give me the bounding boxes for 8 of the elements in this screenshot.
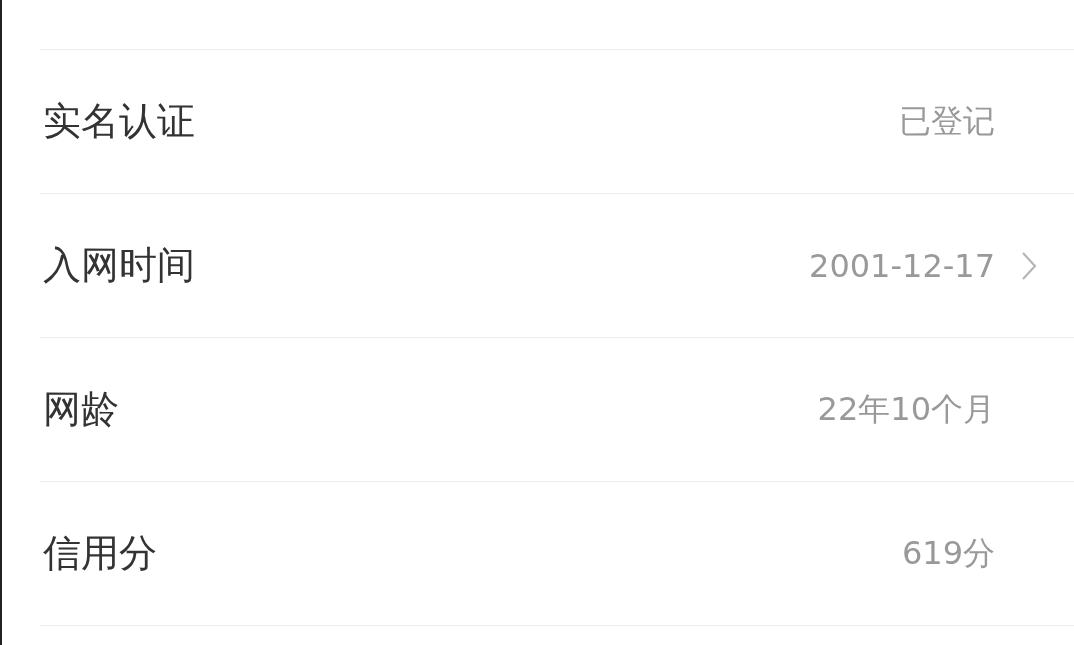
row-label: 信用分 [43,530,158,577]
row-label: 实名认证 [43,98,196,145]
row-label: 入网时间 [43,242,196,289]
row-label: 网龄 [43,386,120,433]
row-value: 22年10个月 [817,388,995,430]
row-value: 2001-12-17 [809,246,995,285]
row-value: 已登记 [899,100,995,142]
row-value: 619分 [901,532,995,574]
